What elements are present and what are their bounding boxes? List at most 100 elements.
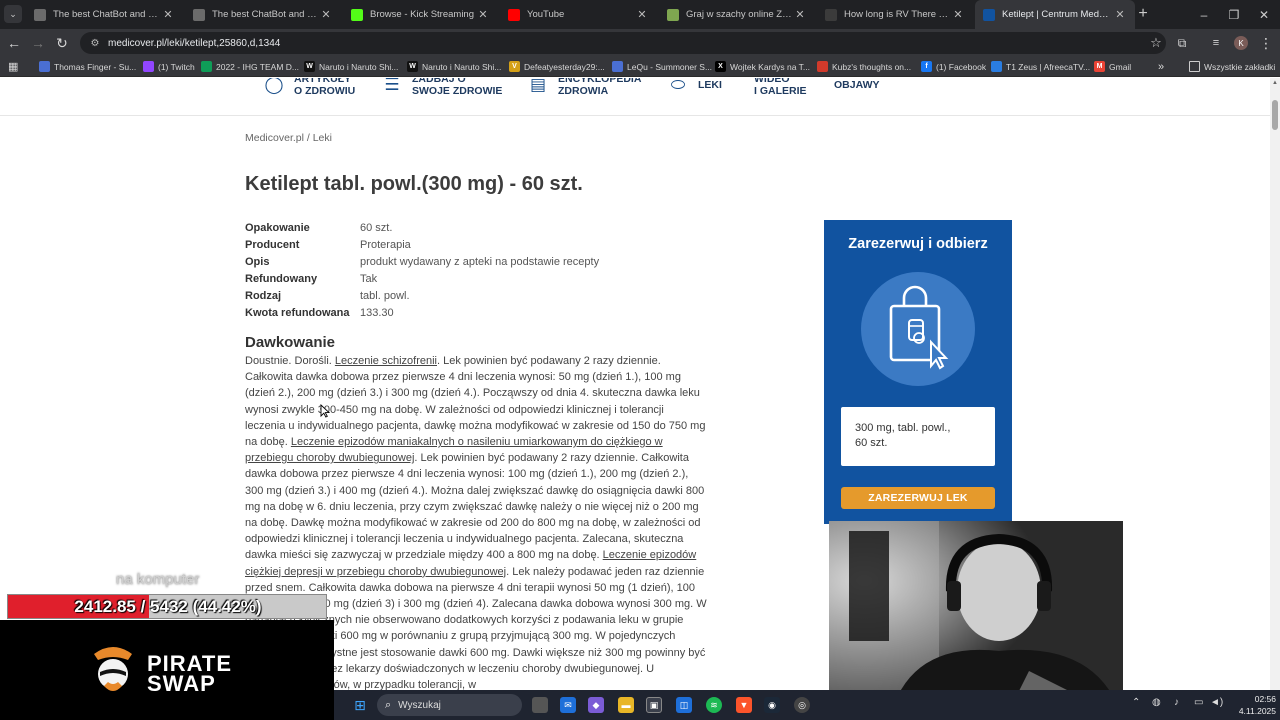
bookmark-star-icon[interactable]: ☆ <box>1146 35 1166 51</box>
bookmark-item[interactable]: (1) Twitch <box>143 59 195 74</box>
file-explorer-icon[interactable]: ▬ <box>618 697 634 713</box>
tab-close-icon[interactable]: ✕ <box>161 8 175 21</box>
bookmark-item[interactable]: X Wojtek Kardys na T... <box>715 59 810 74</box>
shopping-bag-icon <box>861 272 975 386</box>
bookmark-label: Naruto i Naruto Shi... <box>422 61 502 72</box>
tab-favicon-icon <box>351 8 363 21</box>
site-info-icon[interactable]: ⚙ <box>88 36 102 50</box>
extensions-icon[interactable]: ⧉ <box>1172 33 1192 53</box>
breadcrumb-home[interactable]: Medicover.pl <box>245 132 304 144</box>
maximize-icon[interactable]: ❐ <box>1218 0 1250 29</box>
goal-progress-text: 2412.85 / 5432 (44.42%) <box>74 596 262 616</box>
taskbar-search[interactable]: ⌕ Wyszukaj <box>377 694 522 716</box>
windows-start-icon[interactable]: ⊞ <box>352 697 368 713</box>
media-control-icon[interactable]: ≡ <box>1206 33 1226 53</box>
bookmark-item[interactable]: Kubz's thoughts on... <box>817 59 911 74</box>
bookmark-favicon-icon <box>201 61 212 72</box>
address-bar[interactable]: ⚙ medicover.pl/leki/ketilept,25860,d,134… <box>80 32 1166 54</box>
store-icon[interactable]: ▣ <box>646 697 662 713</box>
bookmark-item[interactable]: f (1) Facebook <box>921 59 986 74</box>
back-icon[interactable]: ← <box>4 33 24 53</box>
tab-close-icon[interactable]: ✕ <box>793 8 807 21</box>
nav-encyclopedia[interactable]: ▤ ENCYKLOPEDIA ZDROWIA <box>526 78 641 97</box>
steam-icon[interactable]: ◉ <box>764 697 780 713</box>
reload-icon[interactable]: ↻ <box>52 33 72 53</box>
new-tab-icon[interactable]: + <box>1133 4 1153 24</box>
photos-icon[interactable]: ◫ <box>676 697 692 713</box>
tab-close-icon[interactable]: ✕ <box>1113 8 1127 21</box>
attribute-value: 133.30 <box>360 307 394 319</box>
reserve-button[interactable]: ZAREZERWUJ LEK <box>841 487 995 509</box>
brave-icon[interactable]: ▼ <box>736 697 752 713</box>
tab-close-icon[interactable]: ✕ <box>635 8 649 21</box>
bookmark-item[interactable]: 2022 - IHG TEAM D... <box>201 59 299 74</box>
browser-tab[interactable]: Browse - Kick Streaming ✕ <box>343 0 498 29</box>
url-text: medicover.pl/leki/ketilept,25860,d,1344 <box>108 37 281 49</box>
minimize-icon[interactable]: – <box>1188 0 1220 29</box>
tab-strip: ⌄ The best ChatBot and Widgets✕The best … <box>0 0 1280 29</box>
bookmark-favicon-icon: M <box>1094 61 1105 72</box>
tab-title: Browse - Kick Streaming <box>370 9 475 20</box>
dosage-segment: . Lek powinien być podawany 2 razy dzien… <box>245 355 706 449</box>
all-bookmarks-folder[interactable]: Wszystkie zakładki <box>1189 59 1275 74</box>
spotify-icon[interactable]: ≋ <box>706 697 722 713</box>
bookmark-favicon-icon: W <box>304 61 315 72</box>
bookmark-item[interactable]: V Defeatyesterday29:... <box>509 59 605 74</box>
browser-tab[interactable]: Ketilept | Centrum Medyczne M✕ <box>975 0 1135 29</box>
bookmark-item[interactable]: Thomas Finger - Su... <box>39 59 136 74</box>
nav-health-care[interactable]: ☰ ZADBAJ O SWOJE ZDROWIE <box>380 78 502 97</box>
tab-close-icon[interactable]: ✕ <box>951 8 965 21</box>
menu-icon[interactable]: ⋮ <box>1256 33 1276 53</box>
breadcrumb-current[interactable]: Leki <box>313 132 332 144</box>
copilot-icon[interactable]: ◆ <box>588 697 604 713</box>
apps-icon[interactable]: ▦ <box>8 59 18 74</box>
bookmarks-overflow-icon[interactable]: » <box>1158 59 1164 74</box>
close-window-icon[interactable]: ✕ <box>1248 0 1280 29</box>
browser-tab[interactable]: Graj w szachy online ZA DARMO✕ <box>659 0 815 29</box>
microphone-icon[interactable]: ♪ <box>1174 697 1179 708</box>
nav-articles[interactable]: ◯ ARTYKUŁY O ZDROWIU <box>262 78 355 97</box>
tab-search-icon[interactable]: ⌄ <box>4 5 22 23</box>
bookmark-item[interactable]: W Naruto i Naruto Shi... <box>304 59 398 74</box>
tab-close-icon[interactable]: ✕ <box>476 8 490 21</box>
nav-medicines[interactable]: ⬭ LEKI <box>666 78 722 97</box>
bookmark-item[interactable]: LeQu - Summoner S... <box>612 59 712 74</box>
obs-icon[interactable]: ◎ <box>794 697 810 713</box>
task-view-icon[interactable] <box>532 697 548 713</box>
attribute-row: Refundowany Tak <box>245 271 745 288</box>
bookmark-item[interactable]: W Naruto i Naruto Shi... <box>407 59 501 74</box>
nav-symptoms[interactable]: OBJAWY <box>834 79 880 91</box>
dosage-link[interactable]: Leczenie schizofrenii <box>335 355 437 367</box>
nav-encyclopedia-label: ENCYKLOPEDIA ZDROWIA <box>558 78 642 97</box>
bookmark-item[interactable]: T1 Zeus | AfreecaTV... <box>991 59 1090 74</box>
bookmark-label: Wojtek Kardys na T... <box>730 61 810 72</box>
forward-icon[interactable]: → <box>28 33 48 53</box>
volume-icon[interactable]: ◄) <box>1210 697 1223 708</box>
scroll-up-icon[interactable]: ▲ <box>1271 80 1279 88</box>
clock[interactable]: 02:56 4.11.2025 <box>1230 693 1276 717</box>
scroll-thumb[interactable] <box>1272 100 1278 130</box>
tray-overflow-icon[interactable]: ⌃ <box>1132 697 1140 708</box>
bookmark-label: 2022 - IHG TEAM D... <box>216 61 299 72</box>
reserve-title: Zarezerwuj i odbierz <box>848 236 988 252</box>
bookmark-item[interactable]: M Gmail <box>1094 59 1131 74</box>
taskbar: ⊞ ⌕ Wyszukaj ✉ ◆ ▬ ▣ ◫ ≋ ▼ ◉ ◎ ⌃ ◍ ♪ ▭ ◄… <box>334 690 1280 720</box>
page-scrollbar[interactable]: ▲ <box>1270 78 1280 690</box>
tab-close-icon[interactable]: ✕ <box>319 8 333 21</box>
network-icon[interactable]: ▭ <box>1194 697 1203 708</box>
browser-tab[interactable]: YouTube ✕ <box>500 0 657 29</box>
site-top-nav: ◯ ARTYKUŁY O ZDROWIU ☰ ZADBAJ O SWOJE ZD… <box>0 78 1270 116</box>
tray-app-icon[interactable]: ◍ <box>1152 697 1161 708</box>
bookmark-favicon-icon: f <box>921 61 932 72</box>
browser-tab[interactable]: How long is RV There Yet?? | H✕ <box>817 0 973 29</box>
attribute-value: 60 szt. <box>360 222 393 234</box>
variant-line-1: 300 mg, tabl. powl., <box>855 422 951 434</box>
dosage-segment: . Lek powinien być podawany 2 razy dzien… <box>245 452 705 562</box>
outlook-icon[interactable]: ✉ <box>560 697 576 713</box>
browser-tab[interactable]: The best ChatBot and Widg ✕ <box>185 0 341 29</box>
profile-avatar[interactable]: K <box>1234 36 1248 50</box>
browser-tab[interactable]: The best ChatBot and Widgets✕ <box>26 0 183 29</box>
all-bookmarks-label: Wszystkie zakładki <box>1204 61 1276 72</box>
variant-selector[interactable]: 300 mg, tabl. powl., 60 szt. <box>841 407 995 466</box>
nav-video[interactable]: WIDEO I GALERIE <box>754 78 807 97</box>
